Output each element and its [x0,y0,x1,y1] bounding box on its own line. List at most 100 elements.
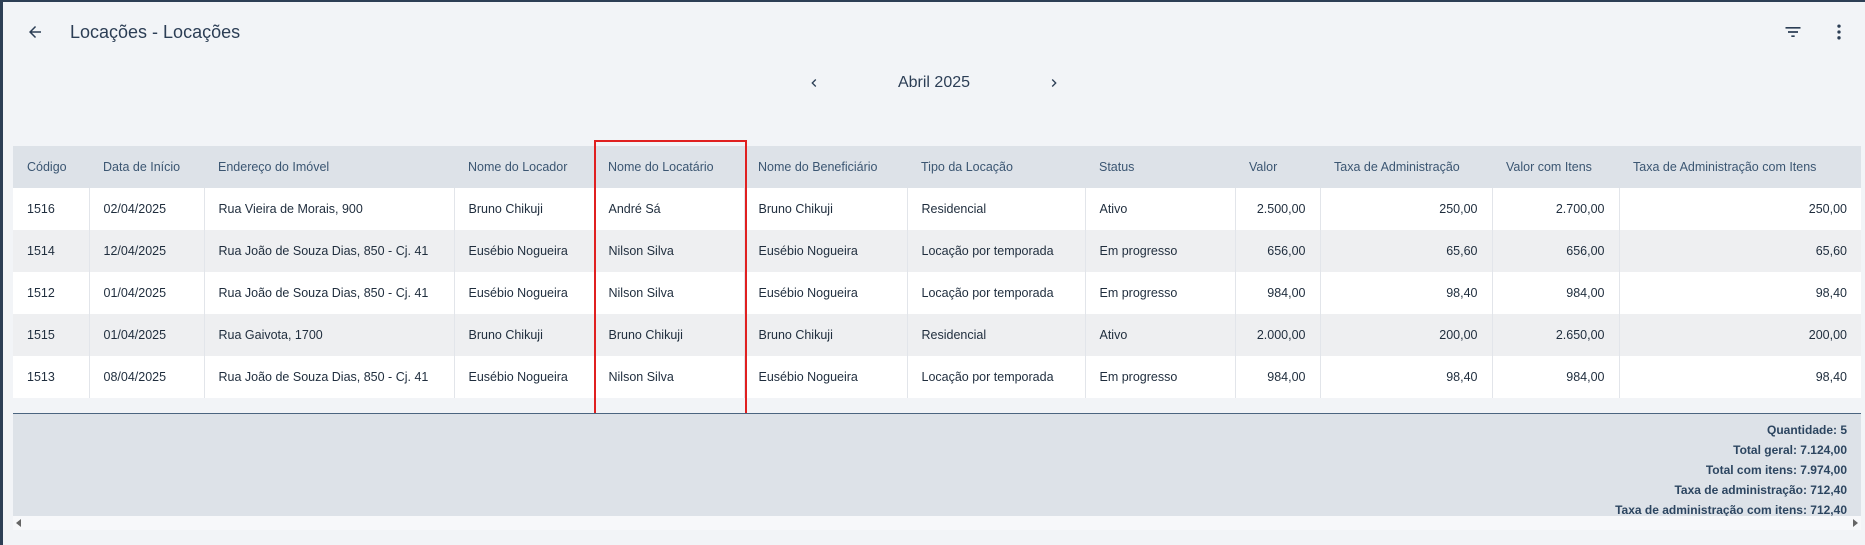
cell-taxa-admin: 250,00 [1320,188,1493,230]
top-bar: Locações - Locações [3,2,1865,60]
cell-beneficiario: Bruno Chikuji [744,314,908,356]
cell-valor: 656,00 [1235,230,1321,272]
cell-taxa-admin: 200,00 [1320,314,1493,356]
column-header[interactable]: Código [13,146,89,188]
cell-taxa-admin: 98,40 [1320,272,1493,314]
cell-data-inicio: 08/04/2025 [89,356,205,398]
table-row[interactable]: 1515 01/04/2025 Rua Gaivota, 1700 Bruno … [13,314,1861,356]
app-window: Locações - Locações Abril 2025 Código Da… [0,0,1865,545]
cell-endereco: Rua Vieira de Morais, 900 [204,188,455,230]
chevron-left-icon [811,79,817,87]
cell-beneficiario: Eusébio Nogueira [744,230,908,272]
cell-locatario: Bruno Chikuji [594,314,745,356]
column-header[interactable]: Nome do Locatário [594,146,744,188]
table-header-row: Código Data de Início Endereço do Imóvel… [13,146,1861,188]
filter-button[interactable] [1779,18,1807,46]
cell-status: Ativo [1085,314,1236,356]
cell-status: Ativo [1085,188,1236,230]
horizontal-scrollbar[interactable] [13,516,1861,530]
column-header[interactable]: Valor [1235,146,1320,188]
column-header[interactable]: Nome do Beneficiário [744,146,907,188]
table-row[interactable]: 1513 08/04/2025 Rua João de Souza Dias, … [13,356,1861,398]
cell-valor: 984,00 [1235,356,1321,398]
cell-taxa-admin-itens: 200,00 [1808,328,1847,342]
column-header[interactable]: Data de Início [89,146,204,188]
month-navigator: Abril 2025 [3,68,1865,98]
cell-valor-itens: 2.700,00 [1492,188,1620,230]
cell-beneficiario: Eusébio Nogueira [744,272,908,314]
cell-data-inicio: 12/04/2025 [89,230,205,272]
cell-valor-itens: 656,00 [1492,230,1620,272]
filter-icon [1785,27,1801,37]
summary-quantidade: Quantidade: 5 [1766,423,1847,437]
top-actions [1779,18,1853,46]
cell-tipo: Locação por temporada [907,230,1086,272]
cell-status: Em progresso [1085,272,1236,314]
summary-total-itens: Total com itens: 7.974,00 [1705,463,1847,477]
more-vertical-icon [1837,24,1841,40]
cell-locatario: Nilson Silva [594,230,745,272]
cell-codigo: 1513 [13,356,90,398]
cell-taxa-admin-itens: 98,40 [1815,370,1847,384]
cell-status: Em progresso [1085,230,1236,272]
more-options-button[interactable] [1825,18,1853,46]
cell-valor-itens: 2.650,00 [1492,314,1620,356]
column-header[interactable]: Taxa de Administração [1320,146,1492,188]
column-header[interactable]: Tipo da Locação [907,146,1085,188]
cell-locador: Bruno Chikuji [454,314,595,356]
cell-locatario: Nilson Silva [594,272,745,314]
cell-tipo: Residencial [907,188,1086,230]
arrow-left-icon [29,26,41,38]
column-header[interactable]: Valor com Itens [1492,146,1619,188]
cell-beneficiario: Bruno Chikuji [744,188,908,230]
table-row[interactable]: 1514 12/04/2025 Rua João de Souza Dias, … [13,230,1861,272]
scroll-left-icon[interactable] [16,519,21,527]
cell-locador: Eusébio Nogueira [454,230,595,272]
cell-locador: Bruno Chikuji [454,188,595,230]
cell-endereco: Rua João de Souza Dias, 850 - Cj. 41 [204,230,455,272]
cell-codigo: 1512 [13,272,90,314]
rentals-table: Código Data de Início Endereço do Imóvel… [13,146,1861,398]
back-button[interactable] [21,18,49,46]
table-row[interactable]: 1516 02/04/2025 Rua Vieira de Morais, 90… [13,188,1861,230]
cell-locatario: Nilson Silva [594,356,745,398]
cell-tipo: Locação por temporada [907,356,1086,398]
cell-endereco: Rua João de Souza Dias, 850 - Cj. 41 [204,272,455,314]
cell-taxa-admin: 98,40 [1320,356,1493,398]
cell-valor: 2.500,00 [1235,188,1321,230]
column-header[interactable]: Status [1085,146,1235,188]
column-header[interactable]: Nome do Locador [454,146,594,188]
cell-codigo: 1515 [13,314,90,356]
cell-endereco: Rua João de Souza Dias, 850 - Cj. 41 [204,356,455,398]
month-label: Abril 2025 [897,74,971,91]
chevron-right-icon [1051,79,1057,87]
table-summary: Quantidade: 5 Total geral: 7.124,00 Tota… [13,413,1861,518]
cell-endereco: Rua Gaivota, 1700 [204,314,455,356]
cell-taxa-admin-itens: 250,00 [1808,202,1847,216]
cell-taxa-admin: 65,60 [1320,230,1493,272]
cell-codigo: 1516 [13,188,90,230]
previous-month-button[interactable] [800,69,828,97]
cell-valor-itens: 984,00 [1492,272,1620,314]
cell-codigo: 1514 [13,230,90,272]
cell-taxa-admin-itens: 65,60 [1815,244,1847,258]
cell-valor-itens: 984,00 [1492,356,1620,398]
cell-valor: 2.000,00 [1235,314,1321,356]
cell-data-inicio: 01/04/2025 [89,272,205,314]
cell-tipo: Residencial [907,314,1086,356]
column-header[interactable]: Taxa de Administração com Itens [1619,146,1861,188]
summary-total-geral: Total geral: 7.124,00 [1733,443,1847,457]
cell-tipo: Locação por temporada [907,272,1086,314]
cell-locador: Eusébio Nogueira [454,272,595,314]
page-title: Locações - Locações [70,22,241,42]
table-row[interactable]: 1512 01/04/2025 Rua João de Souza Dias, … [13,272,1861,314]
cell-locatario: André Sá [594,188,745,230]
cell-data-inicio: 01/04/2025 [89,314,205,356]
cell-status: Em progresso [1085,356,1236,398]
cell-taxa-admin-itens: 98,40 [1815,286,1847,300]
next-month-button[interactable] [1040,69,1068,97]
cell-locador: Eusébio Nogueira [454,356,595,398]
cell-valor: 984,00 [1235,272,1321,314]
column-header[interactable]: Endereço do Imóvel [204,146,454,188]
scroll-right-icon[interactable] [1853,519,1858,527]
